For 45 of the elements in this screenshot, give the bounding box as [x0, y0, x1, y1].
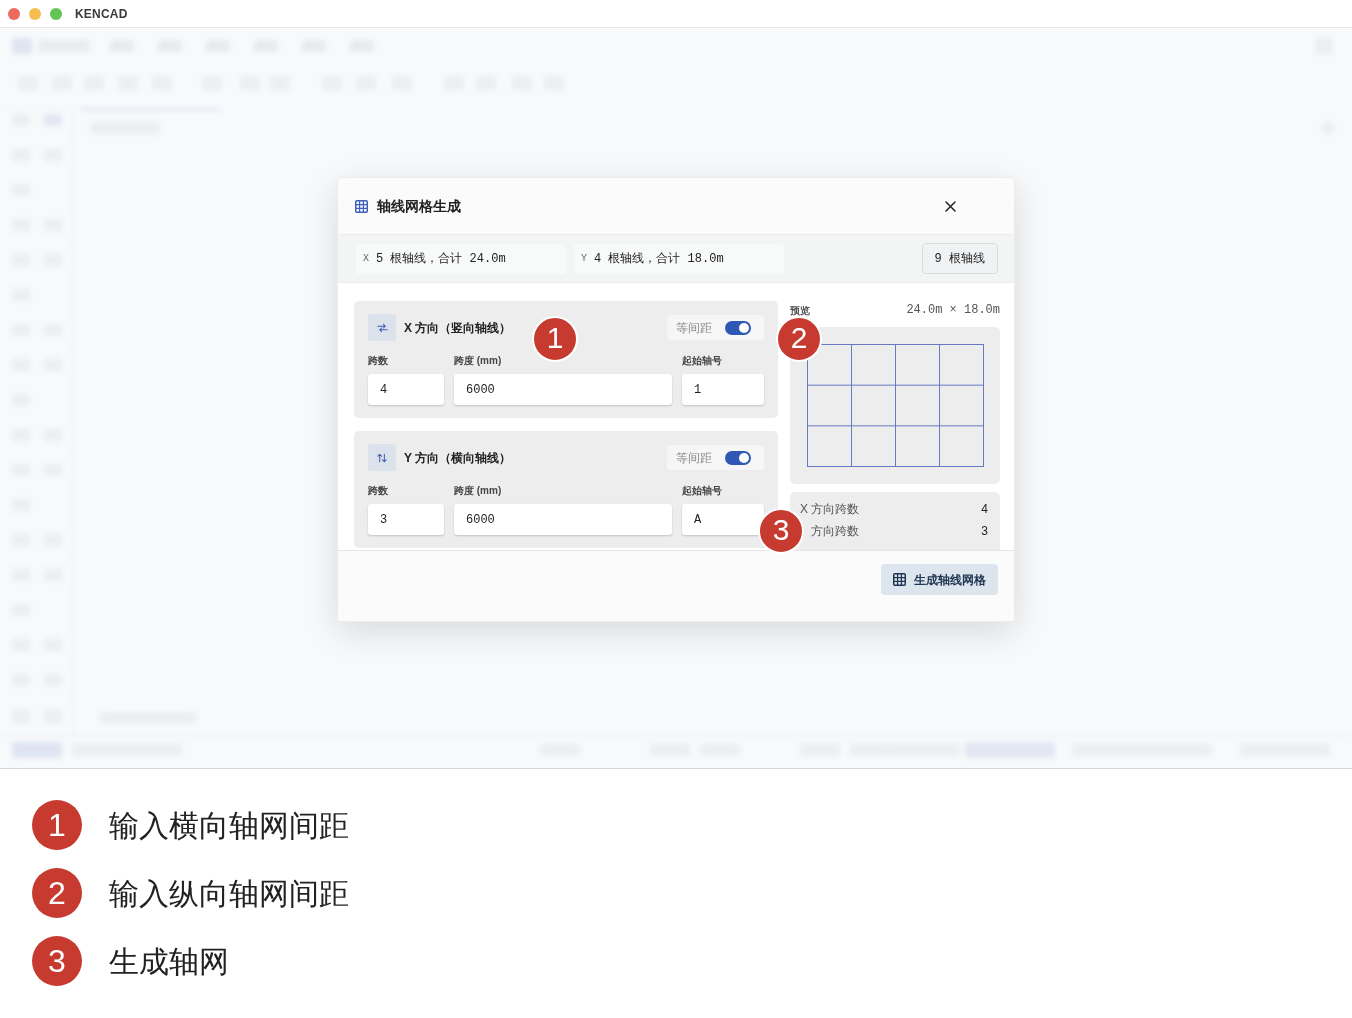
field-label: 跨数	[368, 485, 389, 497]
toggle-switch[interactable]	[725, 450, 751, 465]
stat-value: 4	[981, 501, 988, 518]
dialog-title: 轴线网格生成	[377, 196, 461, 216]
direction-title: Y 方向（横向轴线）	[404, 449, 512, 467]
field-label: 起始轴号	[682, 485, 723, 497]
span-count-field[interactable]: 3	[368, 504, 444, 535]
axis-count-button[interactable]: 9 根轴线	[921, 243, 998, 274]
step-marker: 3	[32, 936, 82, 986]
toggle-switch[interactable]	[725, 320, 751, 335]
step-marker: 1	[32, 800, 82, 850]
span-length-field[interactable]: 6000	[454, 374, 672, 405]
direction-title: X 方向（竖向轴线）	[404, 319, 512, 337]
step-marker: 2	[32, 868, 82, 918]
stat-label: 方向跨数	[811, 523, 859, 540]
grid-icon	[893, 573, 906, 586]
swap-arrows-icon	[368, 314, 396, 341]
field-label: 跨度 (mm)	[454, 485, 503, 497]
summary-text: 5 根轴线，合计 24.0m	[376, 250, 506, 268]
span-length-field[interactable]: 6000	[454, 504, 672, 535]
grid-icon	[355, 199, 368, 213]
generate-grid-button[interactable]: 生成轴线网格	[881, 564, 998, 595]
preview-size: 24.0m × 18.0m	[906, 302, 1000, 319]
preview-label: 预览	[790, 303, 810, 318]
toggle-label: 等间距	[676, 319, 712, 337]
span-count-field[interactable]: 4	[368, 374, 444, 405]
app-title: KENCAD	[75, 5, 128, 23]
field-label: 起始轴号	[682, 355, 723, 367]
window-close-icon[interactable]	[8, 7, 20, 20]
toggle-label: 等间距	[676, 449, 712, 467]
stat-label: 方向跨数	[811, 501, 859, 518]
step-description: 输入横向轴网间距	[109, 807, 349, 844]
start-axis-field[interactable]: 1	[682, 374, 764, 405]
axis-letter: X	[363, 252, 369, 266]
step-marker: 2	[776, 316, 822, 362]
stat-value: 3	[981, 523, 988, 540]
field-label: 跨度 (mm)	[454, 355, 503, 367]
step-description: 输入纵向轴网间距	[109, 875, 349, 912]
step-description: 生成轴网	[109, 943, 229, 980]
close-icon	[944, 200, 956, 212]
axis-letter: Y	[581, 252, 587, 266]
up-down-arrows-icon	[368, 444, 396, 471]
summary-text: 4 根轴线，合计 18.0m	[594, 250, 724, 268]
start-axis-field[interactable]: A	[682, 504, 764, 535]
field-label: 跨数	[368, 355, 389, 367]
